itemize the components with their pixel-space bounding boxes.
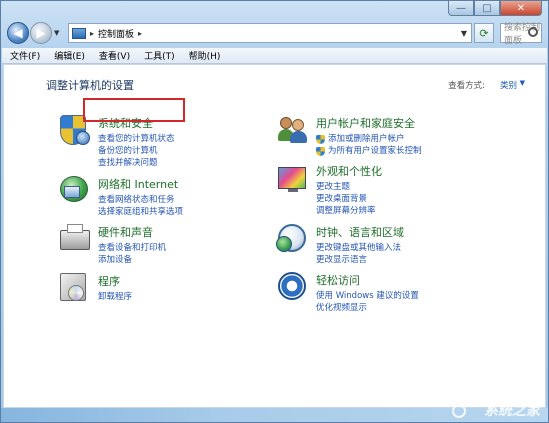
watermark-logo-icon — [452, 404, 466, 418]
category-title-clock-language[interactable]: 时钟、语言和区域 — [316, 224, 404, 240]
link-change-theme[interactable]: 更改主题 — [316, 181, 382, 193]
category-programs: 程序 卸载程序 — [60, 273, 132, 303]
uac-shield-icon — [316, 134, 325, 144]
ease-of-access-icon[interactable] — [278, 272, 308, 302]
link-display-language[interactable]: 更改显示语言 — [316, 254, 404, 266]
link-uninstall-program[interactable]: 卸载程序 — [98, 291, 132, 303]
link-devices-printers[interactable]: 查看设备和打印机 — [98, 242, 166, 254]
category-title-hardware-sound[interactable]: 硬件和声音 — [98, 224, 166, 240]
monitor-icon — [278, 167, 306, 189]
menu-tools[interactable]: 工具(T) — [144, 49, 175, 62]
watermark: 系统之家 — [484, 403, 540, 419]
link-row-add-remove-users: 添加或删除用户帐户 — [316, 133, 422, 145]
link-add-device[interactable]: 添加设备 — [98, 254, 166, 266]
highlight-box — [83, 98, 185, 122]
link-parental-controls[interactable]: 为所有用户设置家长控制 — [328, 145, 422, 157]
menu-bar: 文件(F) 编辑(E) 查看(V) 工具(T) 帮助(H) — [2, 48, 547, 64]
link-homegroup-sharing[interactable]: 选择家庭组和共享选项 — [98, 206, 183, 218]
link-optimize-display[interactable]: 优化视频显示 — [316, 302, 419, 314]
category-hardware-sound: 硬件和声音 查看设备和打印机 添加设备 — [60, 224, 166, 266]
users-icon — [278, 115, 308, 143]
category-appearance: 外观和个性化 更改主题 更改桌面背景 调整屏幕分辨率 — [278, 163, 382, 217]
address-bar[interactable]: ▸ 控制面板 ▸ ▼ — [68, 23, 472, 43]
caption-buttons: — □ ✕ — [448, 1, 542, 16]
uac-shield-icon — [316, 146, 325, 156]
back-button[interactable]: ◀ — [7, 22, 29, 44]
page-title: 调整计算机的设置 — [46, 79, 134, 92]
link-change-keyboard[interactable]: 更改键盘或其他输入法 — [316, 242, 404, 254]
control-panel-icon — [72, 27, 86, 39]
computer-globe-icon — [76, 131, 90, 145]
breadcrumb-separator[interactable]: ▸ — [90, 29, 94, 38]
category-network-internet: 网络和 Internet 查看网络状态和任务 选择家庭组和共享选项 — [60, 176, 183, 218]
maximize-button[interactable]: □ — [474, 1, 500, 16]
view-by-dropdown[interactable]: 类别 — [500, 79, 517, 91]
computer-icon — [64, 186, 80, 198]
monitor-stand-icon — [288, 189, 298, 192]
view-by-label: 查看方式: — [448, 81, 485, 91]
user-accounts-icon[interactable] — [278, 115, 308, 145]
menu-view[interactable]: 查看(V) — [99, 49, 130, 62]
search-icon[interactable] — [528, 27, 538, 37]
link-screen-resolution[interactable]: 调整屏幕分辨率 — [316, 205, 382, 217]
breadcrumb-separator-2[interactable]: ▸ — [138, 29, 142, 38]
control-panel-window: — □ ✕ ◀ ▶ ▼ ▸ 控制面板 ▸ ▼ ⟳ 搜索控制面板 文件(F) 编辑… — [0, 0, 549, 423]
link-add-remove-users[interactable]: 添加或删除用户帐户 — [328, 133, 405, 145]
link-view-computer-status[interactable]: 查看您的计算机状态 — [98, 133, 175, 145]
menu-help[interactable]: 帮助(H) — [189, 49, 221, 62]
address-dropdown[interactable]: ▼ — [461, 29, 467, 38]
category-title-network-internet[interactable]: 网络和 Internet — [98, 176, 183, 192]
breadcrumb-control-panel[interactable]: 控制面板 — [98, 27, 134, 40]
printer-icon — [60, 230, 90, 250]
accessibility-icon — [278, 272, 306, 300]
programs-icon[interactable] — [60, 273, 90, 303]
link-recommended-settings[interactable]: 使用 Windows 建议的设置 — [316, 290, 419, 302]
link-network-status[interactable]: 查看网络状态和任务 — [98, 194, 183, 206]
appearance-icon[interactable] — [278, 163, 308, 193]
refresh-button[interactable]: ⟳ — [474, 23, 494, 43]
category-ease-of-access: 轻松访问 使用 Windows 建议的设置 优化视频显示 — [278, 272, 419, 314]
menu-file[interactable]: 文件(F) — [10, 49, 40, 62]
category-system-security: 系统和安全 查看您的计算机状态 备份您的计算机 查找并解决问题 — [60, 115, 175, 169]
category-title-appearance[interactable]: 外观和个性化 — [316, 163, 382, 179]
search-input[interactable]: 搜索控制面板 — [500, 23, 542, 46]
category-user-accounts: 用户帐户和家庭安全 添加或删除用户帐户 为所有用户设置家长控制 — [278, 115, 422, 157]
category-title-programs[interactable]: 程序 — [98, 273, 132, 289]
menu-edit[interactable]: 编辑(E) — [54, 49, 85, 62]
disc-icon — [68, 285, 84, 301]
navigation-bar: ◀ ▶ ▼ ▸ 控制面板 ▸ ▼ ⟳ 搜索控制面板 — [7, 20, 542, 46]
link-change-background[interactable]: 更改桌面背景 — [316, 193, 382, 205]
paper-icon — [67, 224, 83, 233]
globe-icon — [276, 236, 292, 252]
chevron-down-icon[interactable]: ▼ — [520, 79, 525, 87]
recent-pages-dropdown[interactable]: ▼ — [54, 29, 64, 37]
category-clock-language: 时钟、语言和区域 更改键盘或其他输入法 更改显示语言 — [276, 224, 404, 266]
forward-button[interactable]: ▶ — [30, 22, 52, 44]
minimize-button[interactable]: — — [448, 1, 474, 16]
category-title-user-accounts[interactable]: 用户帐户和家庭安全 — [316, 115, 422, 131]
close-button[interactable]: ✕ — [500, 1, 542, 16]
hardware-sound-icon[interactable] — [60, 224, 90, 254]
link-troubleshoot[interactable]: 查找并解决问题 — [98, 157, 175, 169]
network-internet-icon[interactable] — [60, 176, 90, 206]
link-row-parental-controls: 为所有用户设置家长控制 — [316, 145, 422, 157]
category-title-ease-of-access[interactable]: 轻松访问 — [316, 272, 419, 288]
link-backup-computer[interactable]: 备份您的计算机 — [98, 145, 175, 157]
clock-language-icon[interactable] — [276, 224, 308, 254]
